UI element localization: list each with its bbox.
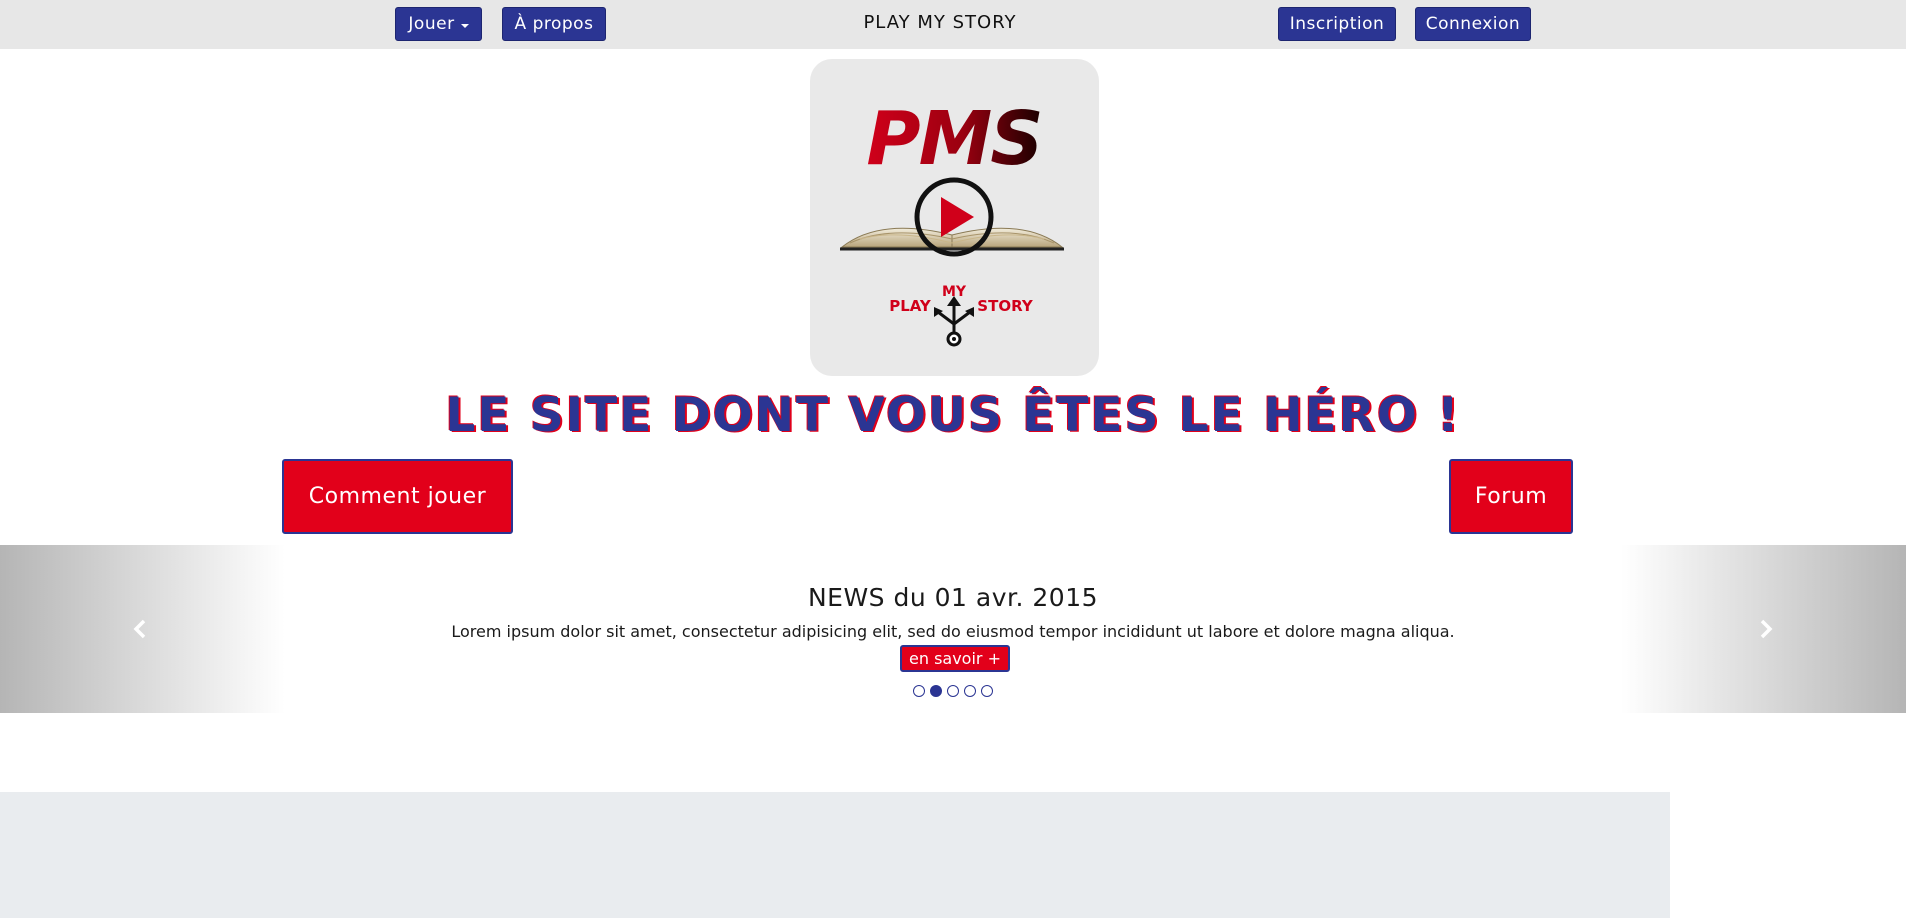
news-carousel: NEWS du 01 avr. 2015 Lorem ipsum dolor s… (0, 545, 1906, 713)
top-navbar: Jouer À propos PLAY MY STORY Inscription… (0, 0, 1906, 49)
open-book-icon (840, 227, 1064, 251)
signup-button[interactable]: Inscription (1278, 7, 1396, 41)
page: Jouer À propos PLAY MY STORY Inscription… (0, 0, 1906, 918)
play-menu-button[interactable]: Jouer (395, 7, 482, 41)
content-panel (0, 792, 1670, 918)
news-body: Lorem ipsum dolor sit amet, consectetur … (451, 622, 1455, 641)
play-menu-label: Jouer (408, 14, 455, 34)
read-more-button[interactable]: en savoir + (900, 645, 1010, 672)
carousel-indicator-dot[interactable] (930, 685, 942, 697)
logo-word-play: PLAY (889, 297, 932, 315)
logo-graphic: PMS MY PLAY STORY (840, 96, 1064, 347)
logo-letters: PMS (866, 96, 1041, 182)
carousel-indicator-dot[interactable] (913, 685, 925, 697)
forum-button[interactable]: Forum (1449, 459, 1573, 534)
hero-title: LE SITE DONT VOUS ÊTES LE HÉRO ! (445, 388, 1461, 443)
branch-arrows-icon (934, 296, 974, 347)
carousel-indicator-dot[interactable] (981, 685, 993, 697)
carousel-indicator-dot[interactable] (964, 685, 976, 697)
carousel-indicators (913, 685, 993, 699)
logo-word-story: STORY (977, 297, 1034, 315)
about-button[interactable]: À propos (502, 7, 606, 41)
login-button[interactable]: Connexion (1415, 7, 1531, 41)
carousel-indicator-dot[interactable] (947, 685, 959, 697)
site-brand[interactable]: PLAY MY STORY (790, 12, 1090, 33)
caret-down-icon (460, 23, 469, 28)
news-title: NEWS du 01 avr. 2015 (807, 583, 1099, 612)
how-to-play-button[interactable]: Comment jouer (282, 459, 513, 534)
logo: PMS MY PLAY STORY (810, 59, 1099, 376)
